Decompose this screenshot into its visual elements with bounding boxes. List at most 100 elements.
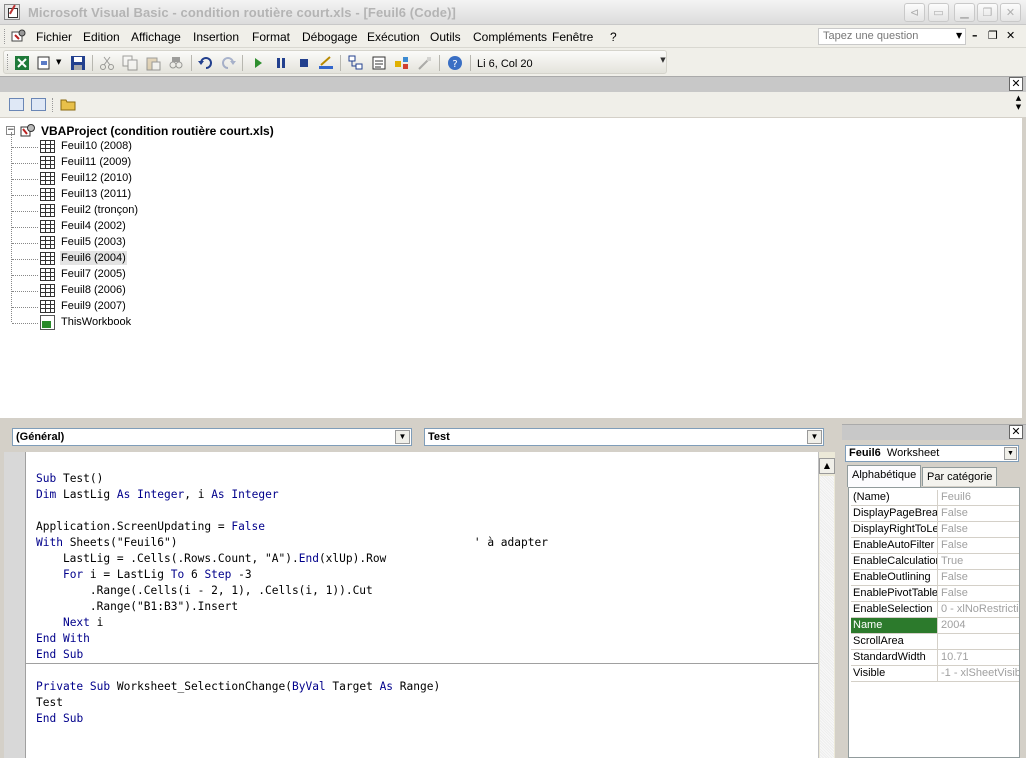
minimize-button[interactable]: ▁ [954,3,975,22]
property-row[interactable]: Visible-1 - xlSheetVisible [851,666,1019,682]
design-mode-icon[interactable] [318,55,334,71]
code-line[interactable]: End Sub [36,712,83,728]
code-line[interactable]: Dim LastLig As Integer, i As Integer [36,488,279,504]
menu-grip[interactable] [4,29,7,44]
project-explorer-titlebar[interactable]: ✕ [0,76,1026,92]
help-question-input[interactable]: Tapez une question [818,28,966,45]
property-value[interactable]: True [939,554,1019,569]
margin-indicator-bar[interactable] [4,452,26,758]
stop-icon[interactable] [296,55,312,71]
pause-icon[interactable] [273,55,289,71]
procedure-combo[interactable]: Test ▼ [424,428,824,446]
menu-fenetre[interactable]: Fenêtre [552,30,593,44]
properties-titlebar[interactable]: ✕ [842,424,1026,440]
menu-complements[interactable]: Compléments [473,30,547,44]
code-line[interactable]: LastLig = .Cells(.Rows.Count, "A").End(x… [36,552,386,568]
property-row[interactable]: EnableCalculation True [851,554,1019,570]
property-value[interactable]: False [939,522,1019,537]
property-value[interactable] [939,634,1019,649]
code-line[interactable]: Next i [36,616,103,632]
object-combo[interactable]: (Général) ▼ [12,428,412,446]
code-line[interactable]: Application.ScreenUpdating = False [36,520,265,536]
close-button[interactable]: ✕ [1000,3,1021,22]
toolbar-grip[interactable] [7,54,10,70]
toolbox-icon[interactable] [417,55,433,71]
toolbar-options-icon[interactable]: ▼ [658,56,668,72]
menu-execution[interactable]: Exécution [367,30,420,44]
menu-insertion[interactable]: Insertion [193,30,239,44]
view-code-icon[interactable] [9,98,24,111]
code-line[interactable]: With Sheets("Feuil6") ' à adapter [36,536,548,552]
excel-view-icon[interactable] [14,55,30,71]
menu-outils[interactable]: Outils [430,30,461,44]
code-line[interactable]: End With [36,632,90,648]
child-minimize-icon[interactable]: – [972,29,978,42]
code-line[interactable]: .Range("B1:B3").Insert [36,600,238,616]
redo-icon[interactable] [220,55,236,71]
menu-fichier[interactable]: Fichier [36,30,72,44]
property-row[interactable]: EnableSelection0 - xlNoRestrictions [851,602,1019,618]
menu-edition[interactable]: Edition [83,30,120,44]
copy-icon[interactable] [122,55,138,71]
toggle-folders-icon[interactable] [60,97,77,112]
property-row[interactable]: EnablePivotTable False [851,586,1019,602]
scroll-up-icon[interactable]: ▲ [819,458,835,474]
property-value[interactable]: False [939,586,1019,601]
insert-module-icon[interactable] [36,55,52,71]
property-value[interactable]: False [939,570,1019,585]
property-row[interactable]: (Name) Feuil6 [851,490,1019,506]
close-icon[interactable]: ✕ [1009,425,1023,439]
code-vertical-scrollbar[interactable]: ▲ [818,452,835,758]
chevron-down-icon[interactable]: ▼ [807,430,822,444]
code-line[interactable]: Test [36,696,63,712]
property-row[interactable]: DisplayRightToLeft False [851,522,1019,538]
property-row[interactable]: ScrollArea [851,634,1019,650]
save-icon[interactable] [70,55,86,71]
object-browser-icon[interactable] [394,55,410,71]
cut-icon[interactable] [99,55,115,71]
menu-affichage[interactable]: Affichage [131,30,181,44]
child-close-icon[interactable]: ✕ [1006,29,1015,42]
menu-help[interactable]: ? [610,30,617,44]
paste-icon[interactable] [145,55,161,71]
find-icon[interactable] [168,55,184,71]
code-line[interactable]: End Sub [36,648,83,664]
property-value[interactable]: False [939,506,1019,521]
tab-par-categorie[interactable]: Par catégorie [922,467,998,486]
properties-window-icon[interactable] [371,55,387,71]
property-row[interactable]: EnableAutoFilter False [851,538,1019,554]
code-line[interactable]: Private Sub Worksheet_SelectionChange(By… [36,680,440,696]
project-explorer-icon[interactable] [348,55,364,71]
close-icon[interactable]: ✕ [1009,77,1023,91]
code-line[interactable]: Sub Test() [36,472,103,488]
chevron-down-icon[interactable]: ▼ [956,31,962,40]
tab-alphabetique[interactable]: Alphabétique [847,465,922,487]
property-value[interactable]: Feuil6 [939,490,1019,505]
chevron-down-icon[interactable]: ▼ [56,58,61,66]
scroll-toggle-icon[interactable]: ▲ ▼ [1013,94,1024,116]
maximize-button[interactable]: ❐ [977,3,998,22]
property-row[interactable]: EnableOutlining False [851,570,1019,586]
code-editor[interactable]: Sub Test() Dim LastLig As Integer, i As I… [26,452,818,758]
window-restore-left-icon[interactable]: ⊲ [904,3,925,22]
property-row[interactable]: Name 2004 [851,618,1019,634]
menu-format[interactable]: Format [252,30,290,44]
menu-debogage[interactable]: Débogage [302,30,357,44]
chevron-down-icon[interactable]: ▼ [1004,447,1017,460]
window-tile-icon[interactable]: ▭ [928,3,949,22]
property-value[interactable]: 10.71 [939,650,1019,665]
undo-icon[interactable] [198,55,214,71]
child-restore-icon[interactable]: ❐ [988,29,998,42]
run-icon[interactable] [250,55,266,71]
property-value[interactable]: False [939,538,1019,553]
property-value[interactable]: 2004 [939,618,1019,633]
vba-project-icon[interactable] [10,28,28,44]
properties-object-combo[interactable]: Feuil6 Worksheet ▼ [845,445,1019,462]
scroll-track[interactable] [820,476,834,758]
property-value[interactable]: 0 - xlNoRestrictions [939,602,1019,617]
view-object-icon[interactable] [31,98,46,111]
property-row[interactable]: StandardWidth 10.71 [851,650,1019,666]
property-row[interactable]: DisplayPageBreaksFalse [851,506,1019,522]
code-line[interactable]: For i = LastLig To 6 Step -3 [36,568,252,584]
code-line[interactable]: .Range(.Cells(i - 2, 1), .Cells(i, 1)).C… [36,584,373,600]
